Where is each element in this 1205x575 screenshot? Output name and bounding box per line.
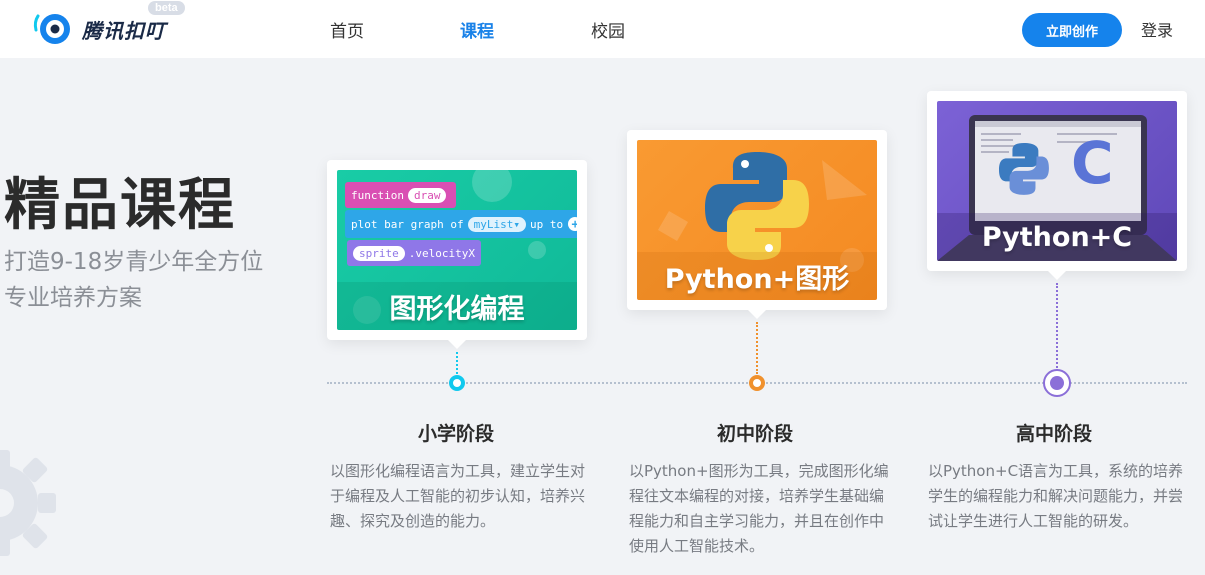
card-label-graphical: 图形化编程 <box>337 282 577 330</box>
plus-icon: + <box>568 217 577 231</box>
card-image-python-c: C Python+C <box>937 101 1177 261</box>
timeline-dot-high[interactable] <box>1043 369 1071 397</box>
code-block-function: function draw <box>345 182 457 208</box>
page-subtitle: 打造9-18岁青少年全方位 专业培养方案 <box>4 244 294 316</box>
stage-desc-primary: 以图形化编程语言为工具，建立学生对于编程及人工智能的初步认知，培养兴趣、探究及创… <box>330 462 586 530</box>
course-card-python-c[interactable]: C Python+C <box>927 91 1187 280</box>
subtitle-line-1: 打造9-18岁青少年全方位 <box>4 249 264 275</box>
code-block-sprite: sprite .velocityX <box>347 240 481 266</box>
gear-decoration-icon <box>0 450 56 556</box>
card-pointer <box>748 310 766 319</box>
course-card-python-graphics[interactable]: Python+图形 <box>627 130 887 319</box>
page-title: 精品课程 <box>4 173 236 238</box>
card-image-python-graphics: Python+图形 <box>637 140 877 300</box>
code-plot-text: plot bar graph of <box>351 217 464 231</box>
subtitle-line-2: 专业培养方案 <box>4 285 142 311</box>
course-card-graphical[interactable]: function draw plot bar graph of myList▾ … <box>327 160 587 349</box>
stage-title-high: 高中阶段 <box>1016 423 1093 445</box>
logo-icon <box>33 14 70 44</box>
timeline-dot-primary[interactable] <box>449 375 465 391</box>
logo[interactable]: 腾讯扣叮 <box>32 10 166 48</box>
login-link[interactable]: 登录 <box>1141 0 1173 58</box>
card-pointer <box>1048 271 1066 280</box>
code-mylist-dropdown: myList▾ <box>467 216 526 232</box>
timeline-dot-high-inner <box>1050 376 1064 390</box>
nav-campus[interactable]: 校园 <box>591 0 625 58</box>
timeline-stem-1 <box>456 352 458 374</box>
card-label-python-graphics: Python+图形 <box>637 252 877 300</box>
code-upto-text: up to <box>529 217 564 231</box>
code-block-plot: plot bar graph of myList▾ up to + <box>345 210 577 238</box>
stage-title-middle: 初中阶段 <box>717 423 794 445</box>
create-now-button[interactable]: 立即创作 <box>1022 13 1122 47</box>
card-image-graphical: function draw plot bar graph of myList▾ … <box>337 170 577 330</box>
top-header: 腾讯扣叮 beta 首页 课程 校园 立即创作 登录 <box>0 0 1205 58</box>
timeline-stem-3 <box>1056 283 1058 371</box>
brand-name: 腾讯扣叮 <box>82 18 166 43</box>
card-pointer <box>448 340 466 349</box>
card-label-python-c: Python+C <box>937 213 1177 261</box>
nav-course[interactable]: 课程 <box>460 0 494 58</box>
timeline-stem-2 <box>756 322 758 374</box>
nav-home[interactable]: 首页 <box>330 0 364 58</box>
code-function-name: draw <box>407 187 447 203</box>
code-sprite-var: sprite <box>353 245 405 261</box>
stage-desc-middle: 以Python+图形为工具，完成图形化编程往文本编程的对接，培养学生基础编程能力… <box>629 462 889 555</box>
stage-desc-high: 以Python+C语言为工具，系统的培养学生的编程能力和解决问题能力，并尝试让学… <box>928 462 1184 530</box>
code-function-keyword: function <box>351 188 404 202</box>
code-velocity-prop: .velocityX <box>408 246 475 260</box>
c-language-icon: C <box>1071 129 1114 197</box>
timeline-dot-middle[interactable] <box>749 375 765 391</box>
beta-badge: beta <box>148 1 185 15</box>
stage-title-primary: 小学阶段 <box>418 423 495 445</box>
